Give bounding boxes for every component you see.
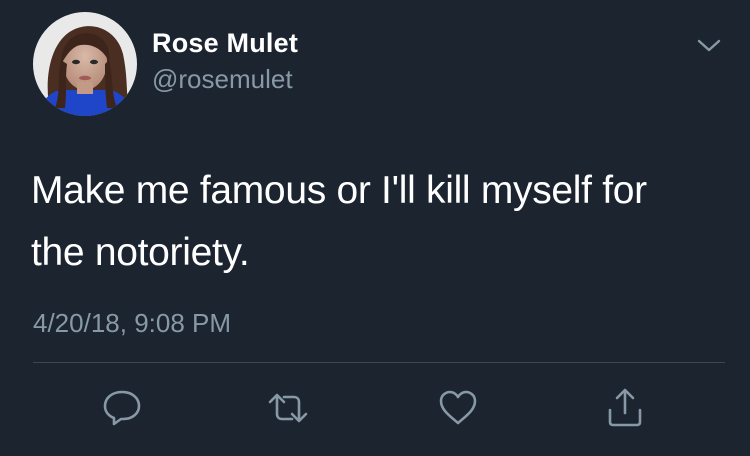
- chevron-down-icon[interactable]: [694, 34, 724, 56]
- tweet-text: Make me famous or I'll kill myself for t…: [31, 160, 711, 284]
- tweet-text-line: the notoriety.: [31, 231, 250, 274]
- divider: [33, 362, 725, 363]
- retweet-icon: [268, 393, 308, 423]
- tweet-text-line: Make me famous or I'll kill myself for: [31, 169, 647, 212]
- like-button[interactable]: [436, 386, 480, 430]
- retweet-button[interactable]: [266, 386, 310, 430]
- speech-bubble-icon: [103, 390, 141, 426]
- reply-button[interactable]: [100, 386, 144, 430]
- tweet-card: Rose Mulet @rosemulet Make me famous or …: [0, 0, 750, 456]
- heart-icon: [439, 390, 477, 425]
- tweet-timestamp[interactable]: 4/20/18, 9:08 PM: [33, 308, 231, 339]
- author-handle[interactable]: @rosemulet: [152, 64, 293, 95]
- share-button[interactable]: [603, 386, 647, 430]
- share-icon: [608, 388, 642, 427]
- author-display-name[interactable]: Rose Mulet: [152, 28, 298, 59]
- avatar[interactable]: [33, 12, 137, 116]
